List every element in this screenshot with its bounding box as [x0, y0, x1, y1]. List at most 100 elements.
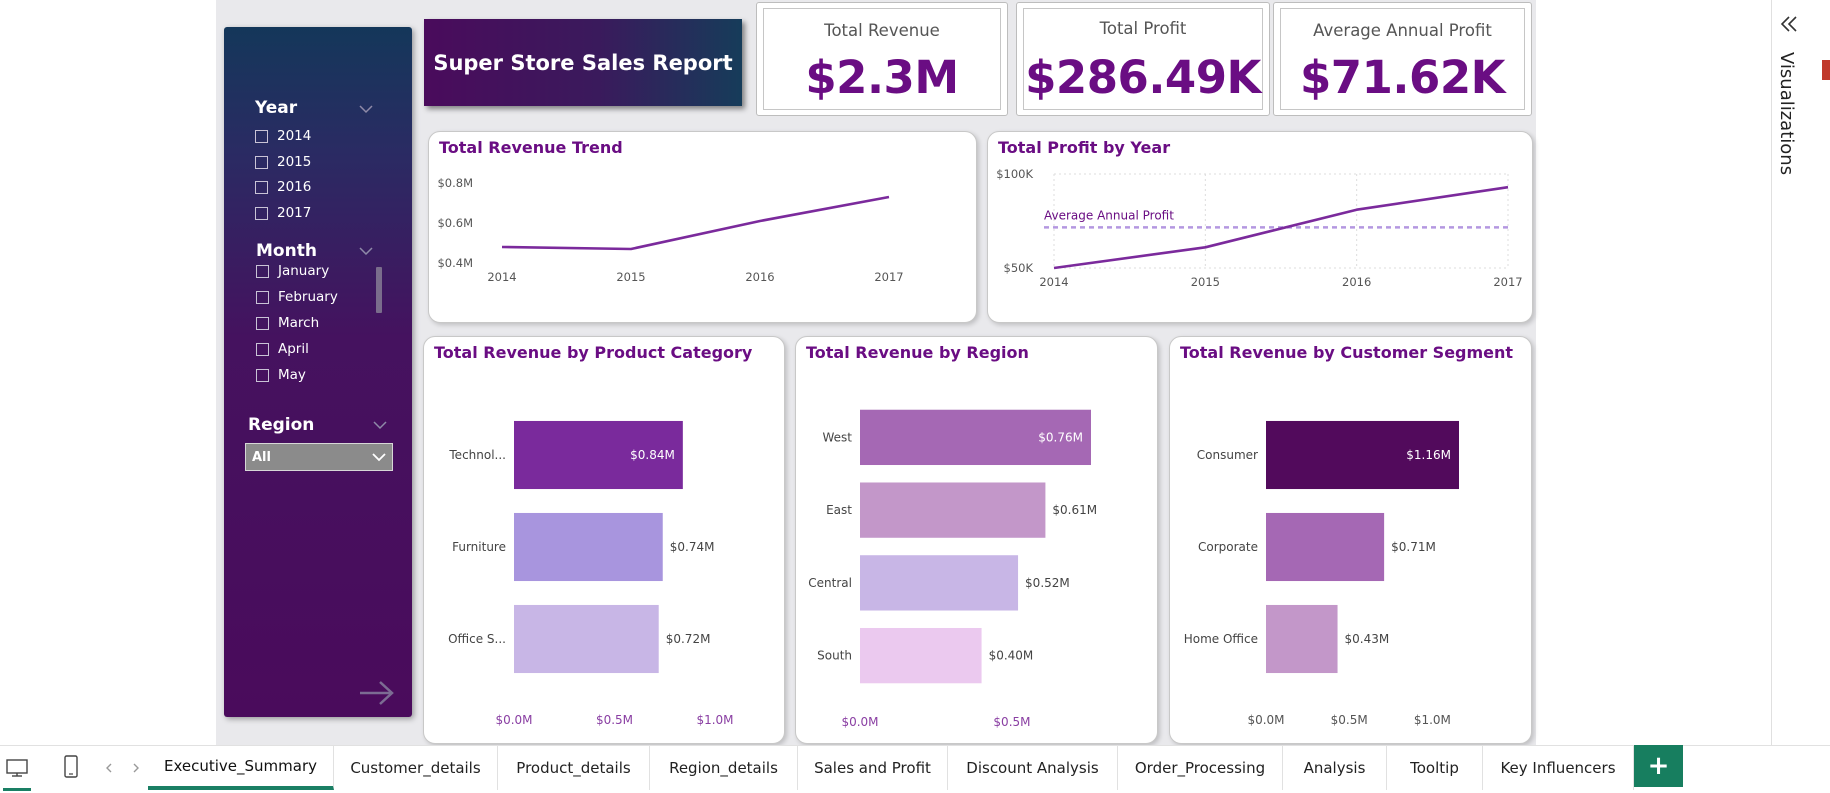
category-label: Corporate	[1198, 540, 1258, 554]
tab-tooltip[interactable]: Tooltip	[1387, 746, 1483, 790]
tab-analysis[interactable]: Analysis	[1283, 746, 1387, 790]
y-tick-label: $50K	[1004, 261, 1034, 275]
category-label: Home Office	[1184, 632, 1258, 646]
revenue-by-segment-chart[interactable]: Total Revenue by Customer Segment Consum…	[1169, 336, 1532, 744]
tab-key-influencers[interactable]: Key Influencers	[1483, 746, 1634, 790]
tab-region-details[interactable]: Region_details	[650, 746, 798, 790]
x-tick-label: 2017	[1493, 275, 1522, 289]
revenue-by-category-plot: Technol... $0.84M Furniture $0.74M Office S.…	[448, 420, 734, 727]
x-tick-label: $1.0M	[696, 713, 733, 727]
add-page-button[interactable]: +	[1634, 745, 1683, 787]
bar	[514, 604, 659, 674]
x-tick-label: $0.0M	[1247, 713, 1284, 727]
revenue-by-category-chart[interactable]: Total Revenue by Product Category Techno…	[423, 336, 785, 744]
profit-by-year-chart[interactable]: Total Profit by Year $50K $100K 2014 2015 20…	[987, 131, 1533, 323]
report-title: Super Store Sales Report	[433, 50, 733, 75]
x-tick-label: $0.0M	[495, 713, 532, 727]
region-slicer-title: Region	[248, 415, 315, 435]
kpi-card-average-annual-profit[interactable]: Average Annual Profit $71.62K	[1273, 2, 1532, 116]
next-page-icon[interactable]	[129, 760, 143, 776]
checkbox[interactable]	[255, 180, 268, 194]
month-option[interactable]: January	[256, 263, 329, 279]
bar	[1266, 604, 1338, 674]
month-option[interactable]: April	[256, 341, 309, 357]
month-list: January February March April May	[224, 263, 412, 415]
bar	[860, 555, 1019, 611]
tab-sales-and-profit[interactable]: Sales and Profit	[798, 746, 948, 790]
revenue-by-segment-plot: Consumer $1.16M Corporate $0.71M Home Office…	[1184, 420, 1459, 727]
region-dropdown[interactable]: All	[245, 443, 393, 471]
checkbox[interactable]	[256, 368, 269, 382]
checkbox[interactable]	[256, 264, 269, 278]
desktop-layout-icon[interactable]	[4, 755, 30, 781]
category-label: Consumer	[1197, 448, 1258, 462]
month-option[interactable]: March	[256, 315, 319, 331]
x-tick-label: 2017	[874, 270, 903, 284]
month-scrollbar[interactable]	[376, 267, 382, 313]
x-tick-label: 2015	[616, 270, 645, 284]
data-label: $0.74M	[670, 540, 715, 554]
chevron-down-icon	[372, 453, 386, 462]
revenue-trend-chart[interactable]: Total Revenue Trend $0.4M $0.6M $0.8M 2014 2…	[428, 131, 977, 323]
kpi-label: Total Revenue	[824, 21, 940, 40]
kpi-label: Total Profit	[1099, 19, 1187, 38]
visualizations-pane-label[interactable]: Visualizations	[1775, 50, 1799, 180]
tab-product-details[interactable]: Product_details	[498, 746, 650, 790]
profit-by-year-plot: $50K $100K 2014 2015 2016 2017 Average Annual …	[996, 167, 1522, 289]
data-label: $0.43M	[1345, 632, 1390, 646]
category-label: South	[817, 649, 852, 663]
month-option[interactable]: May	[256, 367, 306, 383]
category-label: Furniture	[452, 540, 506, 554]
checkbox[interactable]	[256, 316, 269, 330]
month-slicer-title: Month	[256, 241, 317, 261]
year-chevron-icon[interactable]	[358, 104, 374, 114]
category-label: Central	[808, 576, 852, 590]
category-label: Technol...	[448, 448, 506, 462]
kpi-label: Average Annual Profit	[1313, 21, 1492, 40]
bar	[1266, 512, 1385, 582]
revenue-by-region-chart[interactable]: Total Revenue by Region West $0.76M East $0…	[795, 336, 1158, 744]
pane-edge-marker	[1822, 60, 1830, 80]
kpi-card-total-revenue[interactable]: Total Revenue $2.3M	[756, 2, 1008, 116]
month-option[interactable]: February	[256, 289, 338, 305]
data-label: $0.76M	[1038, 430, 1083, 444]
previous-page-icon[interactable]	[102, 760, 116, 776]
tab-customer-details[interactable]: Customer_details	[334, 746, 498, 790]
x-tick-label: 2016	[745, 270, 774, 284]
category-label: West	[822, 430, 852, 444]
checkbox[interactable]	[255, 129, 268, 143]
checkbox[interactable]	[256, 290, 269, 304]
data-label: $0.61M	[1052, 503, 1097, 517]
year-option[interactable]: 2016	[255, 179, 311, 195]
year-option[interactable]: 2014	[255, 128, 311, 144]
y-tick-label: $100K	[996, 167, 1033, 181]
mobile-layout-icon[interactable]	[59, 753, 83, 781]
region-chevron-icon[interactable]	[372, 420, 388, 430]
report-title-card: Super Store Sales Report	[424, 19, 742, 106]
checkbox[interactable]	[256, 342, 269, 356]
data-label: $1.16M	[1406, 448, 1451, 462]
month-chevron-icon[interactable]	[358, 246, 374, 256]
year-option[interactable]: 2015	[255, 154, 311, 170]
data-label: $0.84M	[630, 448, 675, 462]
reference-line-label: Average Annual Profit	[1044, 208, 1174, 222]
year-option[interactable]: 2017	[255, 205, 311, 221]
kpi-value: $286.49K	[1025, 51, 1261, 104]
tab-discount-analysis[interactable]: Discount Analysis	[948, 746, 1118, 790]
checkbox[interactable]	[255, 206, 268, 220]
double-chevron-left-icon[interactable]	[1779, 14, 1799, 34]
x-tick-label: $0.5M	[993, 715, 1030, 729]
x-tick-label: 2014	[1039, 275, 1068, 289]
series-line	[501, 195, 890, 251]
y-tick-label: $0.4M	[437, 256, 473, 270]
data-label: $0.71M	[1391, 540, 1436, 554]
y-tick-label: $0.8M	[437, 176, 473, 190]
kpi-card-total-profit[interactable]: Total Profit $286.49K	[1016, 2, 1270, 116]
checkbox[interactable]	[255, 155, 268, 169]
kpi-value: $2.3M	[805, 51, 959, 104]
tab-executive-summary[interactable]: Executive_Summary	[148, 746, 334, 790]
arrow-right-icon[interactable]	[357, 679, 397, 707]
tab-order-processing[interactable]: Order_Processing	[1118, 746, 1283, 790]
y-tick-label: $0.6M	[437, 216, 473, 230]
x-tick-label: 2014	[487, 270, 516, 284]
